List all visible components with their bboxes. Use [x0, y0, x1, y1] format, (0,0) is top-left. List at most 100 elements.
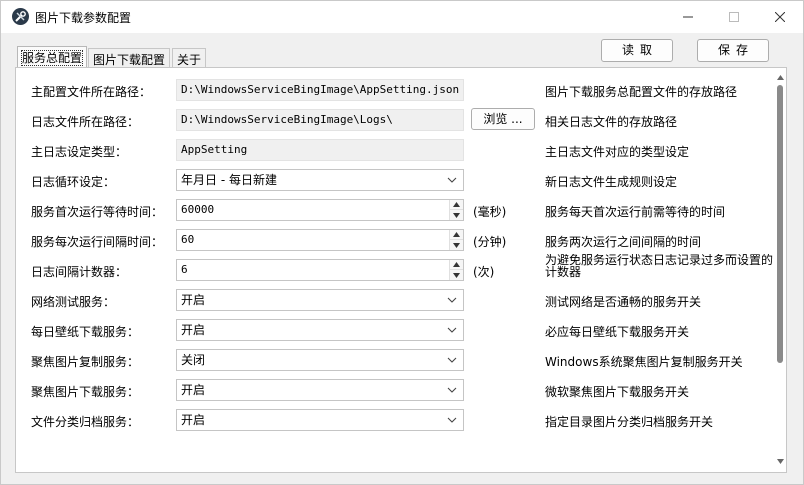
select-value: 开启 — [181, 323, 206, 337]
config-row-log-path: 日志文件所在路径： D:\WindowsServiceBingImage\Log… — [16, 108, 776, 133]
field-label: 服务每次运行间隔时间： — [31, 235, 164, 249]
config-row-network-test: 网络测试服务： 开启 测试网络是否通畅的服务开关 — [16, 289, 776, 313]
browse-button[interactable]: 浏览 ... — [471, 108, 535, 130]
file-archive-select[interactable]: 开启 — [176, 409, 464, 431]
chevron-down-icon — [447, 327, 457, 333]
field-description: 指定目录图片分类归档服务开关 — [545, 415, 714, 429]
minimize-button[interactable] — [665, 1, 711, 33]
config-row-spotlight-download: 聚焦图片下载服务： 开启 微软聚焦图片下载服务开关 — [16, 379, 776, 403]
config-row-daily-wallpaper: 每日壁纸下载服务： 开启 必应每日壁纸下载服务开关 — [16, 319, 776, 343]
daily-wallpaper-select[interactable]: 开启 — [176, 319, 464, 341]
select-value: 开启 — [181, 413, 206, 427]
close-button[interactable] — [757, 1, 803, 33]
field-label: 文件分类归档服务： — [31, 415, 140, 429]
chevron-down-icon — [447, 357, 457, 363]
unit-label: (分钟) — [473, 235, 507, 249]
config-row-run-interval: 服务每次运行间隔时间： 60 (分钟) 服务两次运行之间间隔的时间 — [16, 229, 776, 253]
triangle-down-icon — [453, 242, 460, 248]
triangle-up-icon — [453, 232, 460, 237]
select-value: 开启 — [181, 293, 206, 307]
minimize-icon — [683, 16, 693, 18]
triangle-down-icon — [453, 272, 460, 278]
select-value: 年月日 - 每日新建 — [181, 173, 277, 187]
field-label: 每日壁纸下载服务： — [31, 325, 140, 339]
first-run-wait-stepper[interactable]: 60000 — [176, 199, 464, 221]
config-window: 图片下载参数配置 服务总配置 图片下载配置 关于 读取 保存 主配置文件所在路径… — [0, 0, 804, 485]
config-row-main-config-path: 主配置文件所在路径： D:\WindowsServiceBingImage\Ap… — [16, 79, 776, 103]
field-description: 主日志文件对应的类型设定 — [545, 145, 690, 159]
field-description: 图片下载服务总配置文件的存放路径 — [545, 85, 738, 99]
field-description: 为避免服务运行状态日志记录过多而设置的计数器 — [545, 254, 773, 278]
service-config-panel: 主配置文件所在路径： D:\WindowsServiceBingImage\Ap… — [15, 67, 787, 473]
field-label: 日志间隔计数器： — [31, 265, 128, 279]
unit-label: (次) — [473, 265, 495, 279]
field-description: 相关日志文件的存放路径 — [545, 115, 678, 129]
config-row-file-archive: 文件分类归档服务： 开启 指定目录图片分类归档服务开关 — [16, 409, 776, 433]
run-interval-stepper[interactable]: 60 — [176, 229, 464, 251]
tab-label: 服务总配置 — [20, 50, 84, 66]
tab-label: 图片下载配置 — [93, 53, 166, 67]
field-label: 主配置文件所在路径： — [31, 85, 152, 99]
spin-down-button[interactable] — [450, 270, 463, 280]
field-label: 主日志设定类型： — [31, 145, 128, 159]
field-description: 新日志文件生成规则设定 — [545, 175, 678, 189]
scroll-down-button[interactable] — [776, 457, 784, 465]
config-row-log-counter: 日志间隔计数器： 6 (次) 为避免服务运行状态日志记录过多而设置的计数器 — [16, 254, 776, 283]
main-config-path-field[interactable]: D:\WindowsServiceBingImage\AppSetting.js… — [176, 79, 464, 101]
spinner — [449, 230, 463, 250]
scrollbar-thumb[interactable] — [777, 85, 783, 363]
log-counter-stepper[interactable]: 6 — [176, 259, 464, 281]
config-row-log-rotation: 日志循环设定： 年月日 - 每日新建 新日志文件生成规则设定 — [16, 169, 776, 193]
field-description: Windows系统聚焦图片复制服务开关 — [545, 355, 743, 369]
field-description: 必应每日壁纸下载服务开关 — [545, 325, 690, 339]
chevron-down-icon — [447, 387, 457, 393]
read-button[interactable]: 读取 — [601, 39, 673, 62]
triangle-down-icon — [453, 212, 460, 218]
chevron-down-icon — [447, 297, 457, 303]
stepper-value: 60000 — [181, 203, 215, 216]
spin-down-button[interactable] — [450, 240, 463, 250]
log-rotation-select[interactable]: 年月日 - 每日新建 — [176, 169, 464, 191]
config-row-main-log-type: 主日志设定类型： AppSetting 主日志文件对应的类型设定 — [16, 139, 776, 163]
tab-about[interactable]: 关于 — [172, 48, 207, 68]
spinner — [449, 260, 463, 280]
tab-service-config[interactable]: 服务总配置 — [17, 46, 88, 68]
log-path-field[interactable]: D:\WindowsServiceBingImage\Logs\ — [176, 109, 464, 131]
network-test-select[interactable]: 开启 — [176, 289, 464, 311]
triangle-up-icon — [776, 74, 784, 80]
tab-image-download-config[interactable]: 图片下载配置 — [88, 48, 171, 68]
spin-up-button[interactable] — [450, 230, 463, 240]
field-description: 微软聚焦图片下载服务开关 — [545, 385, 690, 399]
field-label: 日志循环设定： — [31, 175, 116, 189]
field-label: 聚焦图片复制服务： — [31, 355, 140, 369]
maximize-button[interactable] — [711, 1, 757, 33]
save-button[interactable]: 保存 — [697, 39, 769, 62]
stepper-value: 6 — [181, 263, 188, 276]
triangle-up-icon — [453, 202, 460, 207]
main-log-type-field[interactable]: AppSetting — [176, 139, 464, 161]
tab-label: 关于 — [177, 53, 202, 67]
window-title: 图片下载参数配置 — [35, 11, 132, 25]
stepper-value: 60 — [181, 233, 195, 246]
unit-label: (毫秒) — [473, 205, 507, 219]
field-description: 测试网络是否通畅的服务开关 — [545, 295, 702, 309]
maximize-icon — [729, 12, 739, 22]
chevron-down-icon — [447, 177, 457, 183]
close-icon — [775, 12, 785, 22]
app-tools-icon — [12, 8, 29, 25]
field-description: 服务每天首次运行前需等待的时间 — [545, 205, 726, 219]
vertical-scrollbar[interactable] — [774, 69, 786, 471]
triangle-down-icon — [776, 458, 784, 464]
spin-up-button[interactable] — [450, 260, 463, 270]
spotlight-copy-select[interactable]: 关闭 — [176, 349, 464, 371]
spin-up-button[interactable] — [450, 200, 463, 210]
field-description: 服务两次运行之间间隔的时间 — [545, 235, 702, 249]
select-value: 关闭 — [181, 353, 206, 367]
scroll-up-button[interactable] — [776, 73, 784, 81]
field-label: 网络测试服务： — [31, 295, 116, 309]
spotlight-download-select[interactable]: 开启 — [176, 379, 464, 401]
field-label: 日志文件所在路径： — [31, 115, 140, 129]
field-label: 聚焦图片下载服务： — [31, 385, 140, 399]
spin-down-button[interactable] — [450, 210, 463, 220]
triangle-up-icon — [453, 262, 460, 267]
